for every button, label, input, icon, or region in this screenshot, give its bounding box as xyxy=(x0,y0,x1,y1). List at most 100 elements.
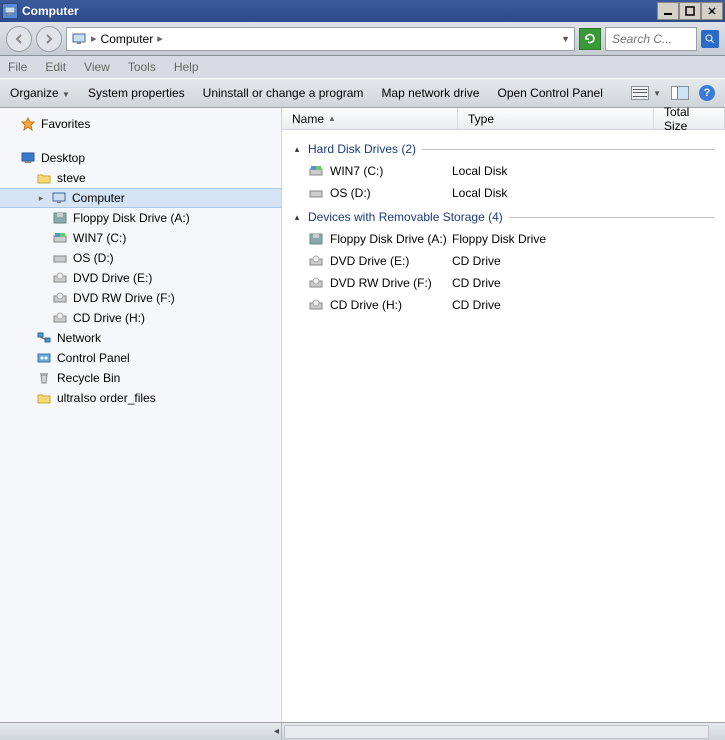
tree-user[interactable]: steve xyxy=(0,168,281,188)
drive-type: CD Drive xyxy=(452,298,642,312)
control-panel-icon xyxy=(36,350,52,366)
breadcrumb-segment[interactable]: Computer xyxy=(101,32,154,46)
minimize-button[interactable] xyxy=(657,2,679,20)
column-totalsize[interactable]: Total Size xyxy=(654,108,725,129)
tree-drive-dvd[interactable]: DVD Drive (E:) xyxy=(0,268,281,288)
drive-type: Floppy Disk Drive xyxy=(452,232,642,246)
computer-icon xyxy=(71,31,87,47)
tree-drive-win7[interactable]: WIN7 (C:) xyxy=(0,228,281,248)
tree-label: Control Panel xyxy=(57,351,130,365)
menu-help[interactable]: Help xyxy=(174,60,199,74)
desktop-icon xyxy=(20,150,36,166)
disc-icon xyxy=(308,275,324,291)
tree-label: Favorites xyxy=(41,117,90,131)
tree-label: Desktop xyxy=(41,151,85,165)
drive-type: Local Disk xyxy=(452,186,642,200)
tree-folder[interactable]: ultraIso order_files xyxy=(0,388,281,408)
tree-drive-dvdrw[interactable]: DVD RW Drive (F:) xyxy=(0,288,281,308)
drive-row[interactable]: OS (D:) Local Disk xyxy=(292,182,715,204)
breadcrumb-sep[interactable]: ▸ xyxy=(157,32,163,45)
scroll-left-icon[interactable]: ◂ xyxy=(274,726,279,737)
tree-recycle-bin[interactable]: Recycle Bin xyxy=(0,368,281,388)
navigation-tree[interactable]: Favorites Desktop steve ▸ Computer Flopp… xyxy=(0,108,282,722)
map-drive-button[interactable]: Map network drive xyxy=(381,86,479,100)
system-properties-button[interactable]: System properties xyxy=(88,86,185,100)
drive-type: Local Disk xyxy=(452,164,642,178)
status-bar: ◂ xyxy=(0,722,725,740)
disc-icon xyxy=(52,310,68,326)
tree-drive-os[interactable]: OS (D:) xyxy=(0,248,281,268)
expand-icon[interactable]: ▸ xyxy=(36,193,46,204)
drive-row[interactable]: DVD RW Drive (F:) CD Drive xyxy=(292,272,715,294)
drive-row[interactable]: DVD Drive (E:) CD Drive xyxy=(292,250,715,272)
preview-pane-button[interactable] xyxy=(671,86,689,100)
menu-bar: File Edit View Tools Help xyxy=(0,56,725,78)
menu-view[interactable]: View xyxy=(84,60,110,74)
drive-row[interactable]: WIN7 (C:) Local Disk xyxy=(292,160,715,182)
drive-name: CD Drive (H:) xyxy=(330,298,402,312)
horizontal-scrollbar[interactable] xyxy=(284,725,709,739)
view-options[interactable]: ▼ xyxy=(631,86,661,100)
drive-name: Floppy Disk Drive (A:) xyxy=(330,232,447,246)
computer-icon xyxy=(51,190,67,206)
floppy-icon xyxy=(308,231,324,247)
search-box[interactable] xyxy=(605,27,697,51)
tree-drive-floppy[interactable]: Floppy Disk Drive (A:) xyxy=(0,208,281,228)
drive-row[interactable]: Floppy Disk Drive (A:) Floppy Disk Drive xyxy=(292,228,715,250)
drive-name: WIN7 (C:) xyxy=(330,164,383,178)
floppy-icon xyxy=(52,210,68,226)
drive-icon xyxy=(308,163,324,179)
divider xyxy=(422,149,715,150)
group-hdd[interactable]: ▴ Hard Disk Drives (2) xyxy=(292,142,715,156)
drive-type: CD Drive xyxy=(452,254,642,268)
uninstall-button[interactable]: Uninstall or change a program xyxy=(203,86,364,100)
tree-computer[interactable]: ▸ Computer xyxy=(0,188,281,208)
menu-edit[interactable]: Edit xyxy=(45,60,66,74)
refresh-button[interactable] xyxy=(579,28,601,50)
search-input[interactable] xyxy=(610,31,692,47)
drive-type: CD Drive xyxy=(452,276,642,290)
column-name[interactable]: Name▲ xyxy=(282,108,458,129)
drive-row[interactable]: CD Drive (H:) CD Drive xyxy=(292,294,715,316)
tree-network[interactable]: Network xyxy=(0,328,281,348)
drive-name: DVD RW Drive (F:) xyxy=(330,276,432,290)
forward-button[interactable] xyxy=(36,26,62,52)
computer-icon xyxy=(2,3,18,19)
collapse-icon[interactable]: ▴ xyxy=(292,144,302,155)
tree-label: WIN7 (C:) xyxy=(73,231,126,245)
maximize-button[interactable] xyxy=(679,2,701,20)
menu-file[interactable]: File xyxy=(8,60,27,74)
disc-icon xyxy=(52,270,68,286)
address-bar[interactable]: ▸ Computer ▸ ▼ xyxy=(66,27,575,51)
address-dropdown[interactable]: ▼ xyxy=(561,34,570,44)
search-button[interactable] xyxy=(701,30,719,48)
tree-control-panel[interactable]: Control Panel xyxy=(0,348,281,368)
control-panel-button[interactable]: Open Control Panel xyxy=(497,86,602,100)
menu-tools[interactable]: Tools xyxy=(128,60,156,74)
tree-favorites[interactable]: Favorites xyxy=(0,114,281,134)
tree-label: Computer xyxy=(72,191,125,205)
drive-icon xyxy=(52,230,68,246)
folder-icon xyxy=(36,170,52,186)
tree-desktop[interactable]: Desktop xyxy=(0,148,281,168)
group-label: Hard Disk Drives (2) xyxy=(308,142,416,156)
drive-list[interactable]: ▴ Hard Disk Drives (2) WIN7 (C:) Local D… xyxy=(282,130,725,722)
column-type[interactable]: Type xyxy=(458,108,654,129)
disc-icon xyxy=(308,253,324,269)
tree-label: DVD Drive (E:) xyxy=(73,271,152,285)
drive-name: OS (D:) xyxy=(330,186,371,200)
tree-drive-cd[interactable]: CD Drive (H:) xyxy=(0,308,281,328)
column-headers: Name▲ Type Total Size xyxy=(282,108,725,130)
tree-label: ultraIso order_files xyxy=(57,391,156,405)
drive-icon xyxy=(308,185,324,201)
organize-button[interactable]: Organize ▼ xyxy=(10,86,70,100)
collapse-icon[interactable]: ▴ xyxy=(292,212,302,223)
help-icon[interactable]: ? xyxy=(699,85,715,101)
tree-label: CD Drive (H:) xyxy=(73,311,145,325)
window-title: Computer xyxy=(22,4,79,18)
close-button[interactable] xyxy=(701,2,723,20)
recycle-icon xyxy=(36,370,52,386)
back-button[interactable] xyxy=(6,26,32,52)
group-removable[interactable]: ▴ Devices with Removable Storage (4) xyxy=(292,210,715,224)
breadcrumb-sep: ▸ xyxy=(91,32,97,45)
